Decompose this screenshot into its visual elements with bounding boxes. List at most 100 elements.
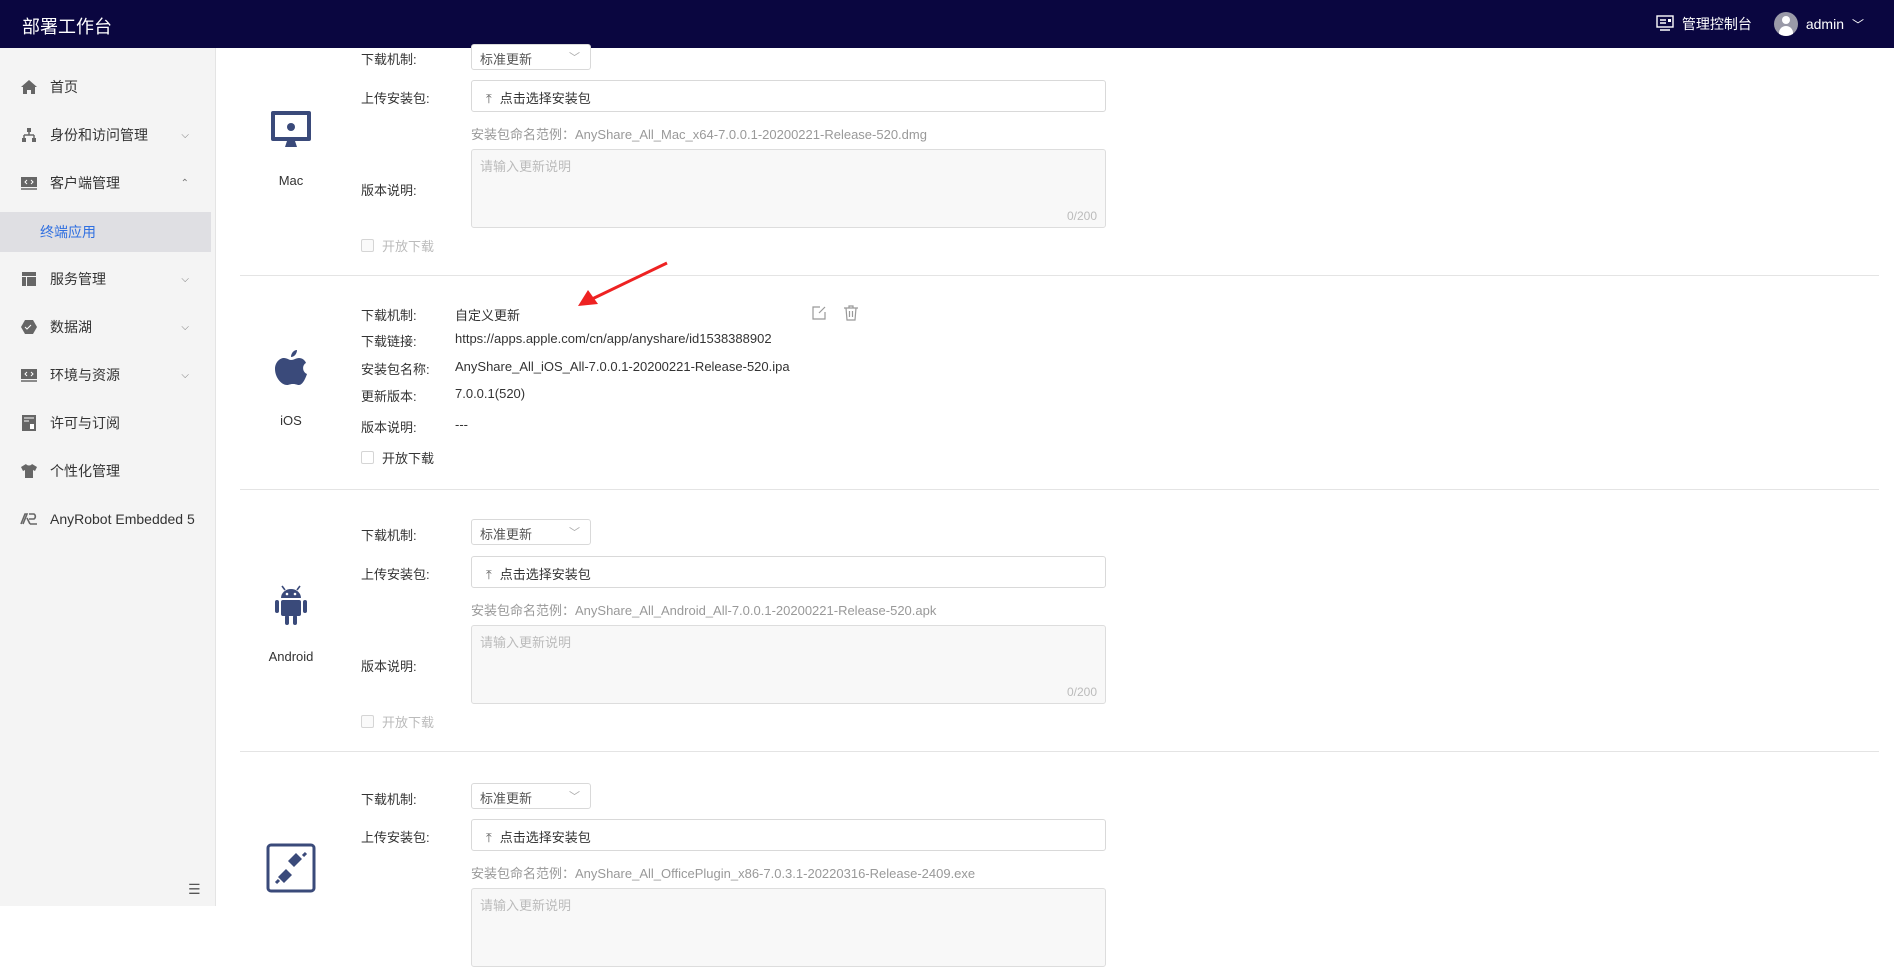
sidebar-item-home[interactable]: 首页 xyxy=(0,67,211,107)
license-icon xyxy=(20,414,38,432)
sidebar-item-identity[interactable]: 身份和访问管理 ⌵ xyxy=(0,115,211,155)
sidebar-item-label: 许可与订阅 xyxy=(50,415,120,431)
field-label: 下载链接: xyxy=(361,334,417,349)
field-label: 版本说明: xyxy=(361,183,417,198)
sidebar-item-label: 身份和访问管理 xyxy=(50,127,148,143)
annotation-arrow xyxy=(578,261,668,306)
chevron-down-icon[interactable]: ﹀ xyxy=(1852,16,1864,33)
notes-textarea[interactable]: 请输入更新说明 0/200 xyxy=(471,625,1106,704)
chevron-down-icon: ﹀ xyxy=(569,527,580,539)
checkbox-box xyxy=(361,715,374,728)
sidebar-item-label: 客户端管理 xyxy=(50,175,120,191)
upload-label: 点击选择安装包 xyxy=(499,91,591,106)
upload-label: 点击选择安装包 xyxy=(499,830,591,845)
download-link[interactable]: https://apps.apple.com/cn/app/anyshare/i… xyxy=(455,331,772,346)
checkbox-label: 开放下载 xyxy=(382,239,435,254)
package-name: AnyShare_All_iOS_All-7.0.0.1-20200221-Re… xyxy=(455,359,790,374)
field-label: 安装包名称: xyxy=(361,362,430,377)
sidebar-item-license[interactable]: 许可与订阅 xyxy=(0,403,211,443)
chevron-down-icon: ﹀ xyxy=(569,791,580,803)
field-label: 版本说明: xyxy=(361,659,417,674)
sidebar-item-datalake[interactable]: 数据湖 ⌵ xyxy=(0,307,211,347)
sidebar-item-label: 环境与资源 xyxy=(50,367,120,383)
upload-button[interactable]: ⤒ 点击选择安装包 xyxy=(471,80,1106,112)
office-plugin-icon xyxy=(266,843,316,896)
sidebar-item-personalize[interactable]: 个性化管理 xyxy=(0,451,211,491)
sidebar-item-label: 首页 xyxy=(50,79,78,95)
upload-icon: ⤒ xyxy=(486,567,492,582)
mechanism-value: 自定义更新 xyxy=(455,308,521,323)
console-icon[interactable] xyxy=(1656,14,1674,34)
sidebar-item-client[interactable]: 客户端管理 ⌃ xyxy=(0,163,211,203)
sidebar-item-label: 个性化管理 xyxy=(50,463,120,479)
open-download-checkbox[interactable]: 开放下载 xyxy=(361,236,434,255)
select-value: 标准更新 xyxy=(480,791,533,806)
divider xyxy=(240,751,1879,752)
org-icon xyxy=(20,126,38,144)
checkbox-label: 开放下载 xyxy=(382,451,435,466)
home-icon xyxy=(20,78,38,96)
chevron-down-icon: ⌵ xyxy=(181,369,189,381)
field-label: 下载机制: xyxy=(361,528,417,543)
upload-button[interactable]: ⤒ 点击选择安装包 xyxy=(471,556,1106,588)
anyrobot-icon xyxy=(20,510,38,528)
divider xyxy=(240,489,1879,490)
collapse-sidebar-icon[interactable]: ☰ xyxy=(188,881,201,898)
sidebar-item-label: 终端应用 xyxy=(40,224,96,240)
datalake-icon xyxy=(20,318,38,336)
field-label: 上传安装包: xyxy=(361,830,430,845)
top-bar: 部署工作台 管理控制台 admin ﹀ xyxy=(0,0,1894,48)
sidebar-item-services[interactable]: 服务管理 ⌵ xyxy=(0,259,211,299)
field-label: 上传安装包: xyxy=(361,567,430,582)
open-download-checkbox[interactable]: 开放下载 xyxy=(361,712,434,731)
upload-label: 点击选择安装包 xyxy=(499,567,591,582)
sidebar-item-environment[interactable]: 环境与资源 ⌵ xyxy=(0,355,211,395)
sidebar-item-label: 服务管理 xyxy=(50,271,106,287)
mechanism-select[interactable]: 标准更新 ﹀ xyxy=(471,519,591,545)
edit-icon[interactable] xyxy=(811,305,827,324)
divider xyxy=(240,275,1879,276)
naming-hint: 安装包命名范例：AnyShare_All_Mac_x64-7.0.0.1-202… xyxy=(471,127,927,142)
delete-icon[interactable] xyxy=(843,304,859,324)
android-icon xyxy=(275,584,307,629)
platform-name: Mac xyxy=(278,173,304,188)
chevron-down-icon: ⌵ xyxy=(181,321,189,333)
naming-hint: 安装包命名范例：AnyShare_All_OfficePlugin_x86-7.… xyxy=(471,866,976,881)
checkbox-label: 开放下载 xyxy=(382,715,435,730)
avatar[interactable] xyxy=(1773,12,1798,36)
apple-icon xyxy=(275,350,307,391)
placeholder: 请输入更新说明 xyxy=(480,635,572,650)
char-counter: 0/200 xyxy=(1066,209,1097,223)
notes-textarea[interactable]: 请输入更新说明 xyxy=(471,888,1106,967)
mechanism-select[interactable]: 标准更新 ﹀ xyxy=(471,783,591,809)
mechanism-select[interactable]: 标准更新 ﹀ xyxy=(471,44,591,70)
code-icon xyxy=(20,366,38,384)
field-label: 更新版本: xyxy=(361,389,417,404)
sidebar-item-terminal-apps[interactable]: 终端应用 xyxy=(0,212,211,252)
platform-name: Android xyxy=(268,649,314,664)
char-counter: 0/200 xyxy=(1066,685,1097,699)
sidebar-item-anyrobot[interactable]: AnyRobot Embedded 5 xyxy=(0,499,211,539)
field-label: 上传安装包: xyxy=(361,91,430,106)
checkbox-box xyxy=(361,239,374,252)
mac-icon xyxy=(270,110,312,153)
chevron-down-icon: ﹀ xyxy=(569,52,580,64)
field-label: 下载机制: xyxy=(361,52,417,67)
console-link[interactable]: 管理控制台 xyxy=(1682,14,1752,34)
layout-icon xyxy=(20,270,38,288)
notes-value: --- xyxy=(455,417,468,432)
sidebar: 首页 身份和访问管理 ⌵ 客户端管理 ⌃ 终端应用 服务管理 ⌵ 数据湖 ⌵ 环境与资源… xyxy=(0,48,216,906)
select-value: 标准更新 xyxy=(480,527,533,542)
code-icon xyxy=(20,174,38,192)
checkbox-box xyxy=(361,451,374,464)
naming-hint: 安装包命名范例：AnyShare_All_Android_All-7.0.0.1… xyxy=(471,603,937,618)
open-download-checkbox[interactable]: 开放下载 xyxy=(361,448,434,467)
shirt-icon xyxy=(20,462,38,480)
field-label: 下载机制: xyxy=(361,792,417,807)
platform-name: iOS xyxy=(280,413,302,428)
sidebar-item-label: AnyRobot Embedded 5 xyxy=(50,511,195,527)
select-value: 标准更新 xyxy=(480,52,533,67)
notes-textarea[interactable]: 请输入更新说明 0/200 xyxy=(471,149,1106,228)
user-name[interactable]: admin xyxy=(1806,16,1844,32)
upload-button[interactable]: ⤒ 点击选择安装包 xyxy=(471,819,1106,851)
